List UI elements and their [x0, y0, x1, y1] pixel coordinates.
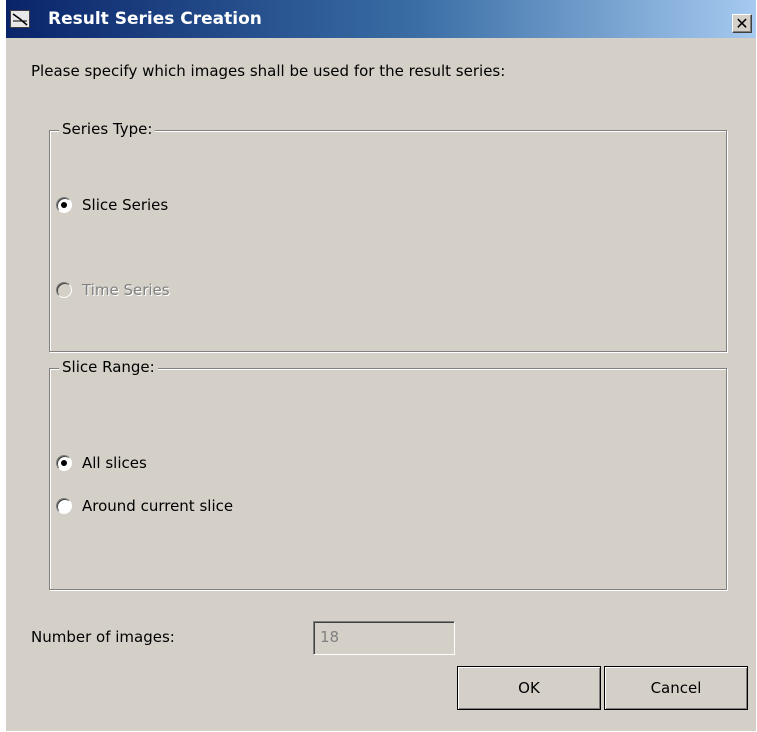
title-bar[interactable]: Result Series Creation [6, 0, 756, 38]
radio-label-all-slices: All slices [82, 454, 147, 472]
slice-range-legend: Slice Range: [59, 358, 158, 376]
radio-label-around-current-slice: Around current slice [82, 497, 234, 515]
radio-button-icon[interactable] [56, 498, 72, 514]
radio-time-series[interactable]: Time Series [56, 281, 170, 299]
radio-button-icon[interactable] [56, 282, 72, 298]
radio-button-icon[interactable] [56, 197, 72, 213]
radio-all-slices[interactable]: All slices [56, 454, 147, 472]
series-type-legend: Series Type: [59, 120, 156, 138]
ok-button[interactable]: OK [457, 666, 601, 710]
close-button[interactable]: ✕ [732, 14, 752, 33]
cancel-button[interactable]: Cancel [604, 666, 748, 710]
number-of-images-field[interactable]: 18 [313, 621, 455, 655]
radio-button-icon[interactable] [56, 455, 72, 471]
radio-label-time-series: Time Series [82, 281, 170, 299]
series-type-group: Series Type: [49, 120, 727, 352]
window-title: Result Series Creation [48, 9, 262, 29]
radio-label-slice-series: Slice Series [82, 196, 169, 214]
slice-range-group: Slice Range: [49, 358, 727, 590]
number-of-images-label: Number of images: [31, 628, 175, 646]
instruction-text: Please specify which images shall be use… [31, 62, 506, 80]
app-icon [10, 10, 30, 28]
close-icon: ✕ [735, 13, 749, 33]
radio-around-current-slice[interactable]: Around current slice [56, 497, 233, 515]
radio-slice-series[interactable]: Slice Series [56, 196, 168, 214]
